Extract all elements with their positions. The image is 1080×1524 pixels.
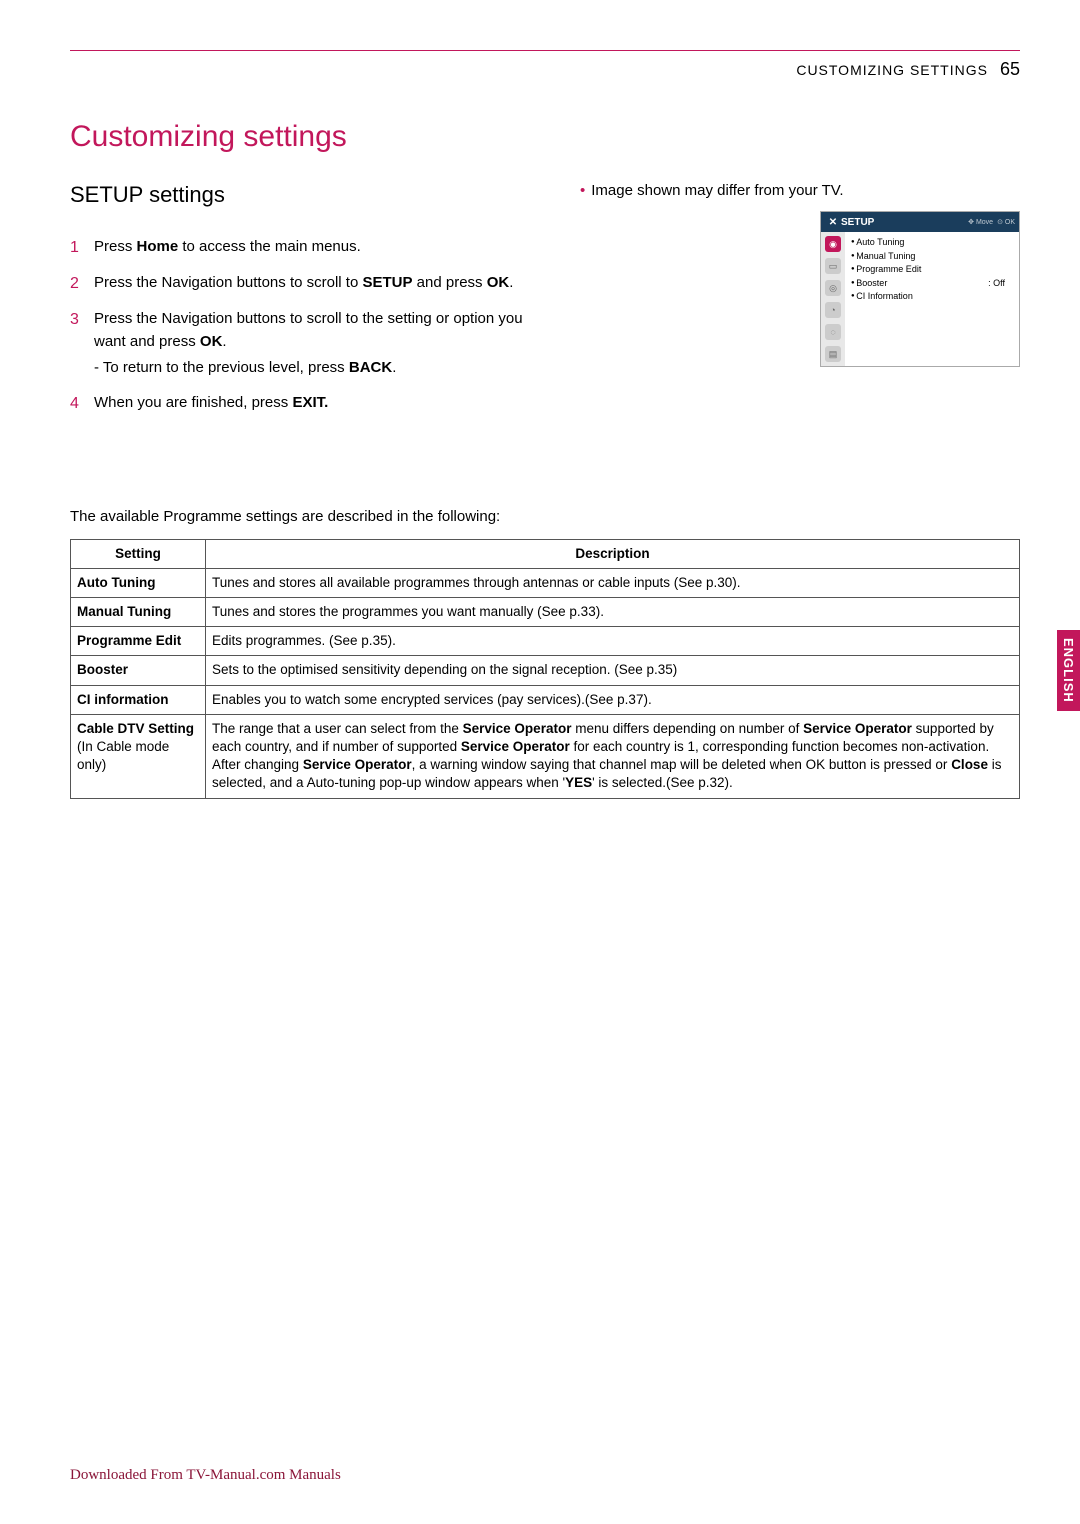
table-row: Booster Sets to the optimised sensitivit… bbox=[71, 656, 1020, 685]
step-number: 1 bbox=[70, 236, 94, 260]
header-label: CUSTOMIZING SETTINGS bbox=[796, 62, 988, 78]
tv-menu-header: ✕ SETUP ✥ Move ⊙ OK bbox=[821, 212, 1019, 232]
satellite-icon: ◉ bbox=[825, 236, 841, 252]
table-row: Manual Tuning Tunes and stores the progr… bbox=[71, 597, 1020, 626]
table-row: Auto Tuning Tunes and stores all availab… bbox=[71, 568, 1020, 597]
table-row: Cable DTV Setting (In Cable mode only) T… bbox=[71, 714, 1020, 798]
page-header: CUSTOMIZING SETTINGS 65 bbox=[70, 59, 1020, 80]
table-row: Programme Edit Edits programmes. (See p.… bbox=[71, 627, 1020, 656]
lock-icon: ◌ bbox=[825, 324, 841, 340]
table-intro: The available Programme settings are des… bbox=[70, 508, 1020, 525]
main-title: Customizing settings bbox=[70, 120, 1020, 154]
tv-sidebar: ◉ ▭ ◎ ◔ ◌ ▤ bbox=[821, 232, 845, 366]
time-icon: ◔ bbox=[825, 302, 841, 318]
col-header-description: Description bbox=[206, 539, 1020, 568]
option-icon: ▤ bbox=[825, 346, 841, 362]
bullet-icon: • bbox=[580, 182, 585, 199]
note-text: •Image shown may differ from your TV. bbox=[580, 182, 1020, 199]
step-text: Press the Navigation buttons to scroll t… bbox=[94, 308, 550, 380]
tv-item: Manual Tuning bbox=[851, 250, 1013, 264]
step-text: Press Home to access the main menus. bbox=[94, 236, 550, 260]
tv-item: CI Information bbox=[851, 290, 1013, 304]
table-row: CI information Enables you to watch some… bbox=[71, 685, 1020, 714]
footer-source: Downloaded From TV-Manual.com Manuals bbox=[70, 1467, 341, 1484]
tv-menu-title: SETUP bbox=[841, 217, 874, 228]
settings-table: Setting Description Auto Tuning Tunes an… bbox=[70, 539, 1020, 799]
tv-item: Programme Edit bbox=[851, 263, 1013, 277]
hint-move: ✥ Move bbox=[968, 218, 993, 226]
tv-setup-menu: ✕ SETUP ✥ Move ⊙ OK ◉ ▭ ◎ ◔ ◌ ▤ bbox=[820, 211, 1020, 367]
page-number: 65 bbox=[1000, 59, 1020, 80]
step-number: 3 bbox=[70, 308, 94, 380]
section-title: SETUP settings bbox=[70, 182, 550, 208]
step-number: 4 bbox=[70, 392, 94, 416]
audio-icon: ◎ bbox=[825, 280, 841, 296]
step-text: Press the Navigation buttons to scroll t… bbox=[94, 272, 550, 296]
antenna-icon: ✕ bbox=[825, 217, 841, 228]
steps-list: 1 Press Home to access the main menus. 2… bbox=[70, 236, 550, 416]
tv-menu-list: Auto Tuning Manual Tuning Programme Edit… bbox=[845, 232, 1019, 366]
col-header-setting: Setting bbox=[71, 539, 206, 568]
tv-item: Auto Tuning bbox=[851, 236, 1013, 250]
picture-icon: ▭ bbox=[825, 258, 841, 274]
tv-item: Booster: Off bbox=[851, 277, 1013, 291]
step-text: When you are finished, press EXIT. bbox=[94, 392, 550, 416]
hint-ok: ⊙ OK bbox=[997, 218, 1015, 226]
language-tab: ENGLISH bbox=[1057, 630, 1080, 711]
step-number: 2 bbox=[70, 272, 94, 296]
